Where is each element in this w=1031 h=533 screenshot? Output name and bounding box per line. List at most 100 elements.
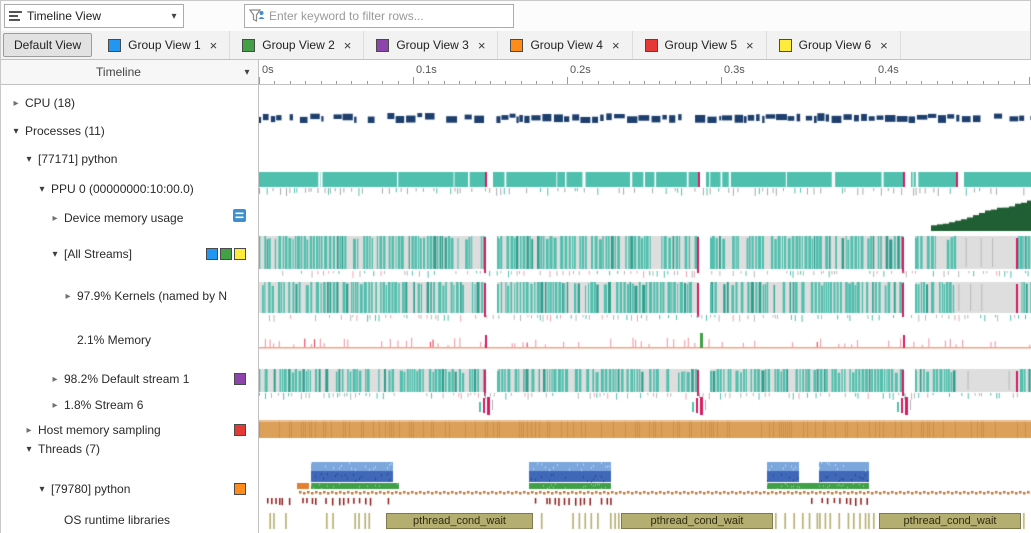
tree-row-2-1-memory[interactable]: 2.1% Memory	[1, 330, 258, 350]
ruler-label: 0.4s	[878, 64, 899, 76]
tree-row-processes-11[interactable]: ▾ Processes (11)	[1, 121, 258, 141]
collapsed-expander-icon[interactable]: ▸	[9, 98, 23, 109]
tree-row-label: [All Streams]	[64, 247, 133, 261]
ruler-tick	[289, 81, 291, 84]
filter-input[interactable]	[269, 6, 513, 26]
tree-row-ppu-0-00000000-10-00-0[interactable]: ▾ PPU 0 (00000000:10:00.0)	[1, 179, 258, 199]
row-color-swatch	[220, 248, 232, 260]
ruler-tick	[828, 81, 830, 84]
filter-box	[244, 4, 514, 28]
tree-row-os-runtime-libraries[interactable]: OS runtime libraries	[1, 510, 258, 530]
row-decorations	[234, 424, 246, 436]
view-selector[interactable]: Timeline View ▾	[4, 4, 184, 28]
tab-label: Group View 5	[664, 38, 738, 52]
tab-group-view-1[interactable]: Group View 1 ×	[96, 31, 231, 59]
time-ruler: 0s 0.1s 0.2s 0.3s 0.4s	[259, 60, 1031, 85]
tree-row-97-9-kernels-named-by-n[interactable]: ▸ 97.9% Kernels (named by N	[1, 286, 258, 306]
collapsed-expander-icon[interactable]: ▸	[48, 400, 62, 411]
row-color-swatch	[234, 373, 246, 385]
row-tree-panel: ▸ CPU (18) ▾ Processes (11) ▾ [77171] python ▾…	[1, 85, 259, 533]
tree-row-host-memory-sampling[interactable]: ▸ Host memory sampling	[1, 420, 258, 440]
tab-close-icon[interactable]: ×	[478, 38, 486, 53]
group-tabs: Group View 1 × Group View 2 × Group View 3 × G…	[96, 31, 901, 59]
ruler-tick	[998, 81, 1000, 84]
expanded-expander-icon[interactable]: ▾	[35, 484, 49, 495]
tree-row-label: Device memory usage	[64, 211, 184, 225]
tab-close-icon[interactable]: ×	[880, 38, 888, 53]
toolbar: Timeline View ▾	[1, 1, 1030, 31]
tab-close-icon[interactable]: ×	[344, 38, 352, 53]
tree-row-77171-python[interactable]: ▾ [77171] python	[1, 149, 258, 169]
tab-close-icon[interactable]: ×	[210, 38, 218, 53]
tab-label: Group View 4	[530, 38, 603, 52]
view-selector-label: Timeline View	[27, 9, 102, 23]
os-runtime-event[interactable]: pthread_cond_wait	[879, 513, 1021, 529]
row-color-swatch	[234, 248, 246, 260]
tab-close-icon[interactable]: ×	[746, 38, 754, 53]
tab-group-view-3[interactable]: Group View 3 ×	[364, 31, 499, 59]
tab-color-swatch	[778, 38, 792, 52]
expanded-expander-icon[interactable]: ▾	[22, 444, 36, 455]
timeline-body: pthread_cond_wait pthread_cond_wait pthrea…	[259, 85, 1031, 533]
row-decorations	[206, 248, 246, 260]
ruler-tick	[551, 81, 553, 84]
tree-row-cpu-18[interactable]: ▸ CPU (18)	[1, 93, 258, 113]
tab-label: Group View 6	[798, 38, 872, 52]
expanded-expander-icon[interactable]: ▾	[35, 184, 49, 195]
view-selector-dropdown-arrow[interactable]: ▾	[165, 11, 183, 22]
tab-color-swatch	[644, 38, 658, 52]
ruler-tick	[705, 81, 707, 84]
tab-label: Group View 2	[262, 38, 335, 52]
ruler-tick	[982, 81, 984, 84]
view-mode-icon	[5, 10, 25, 22]
tree-row-device-memory-usage[interactable]: ▸ Device memory usage	[1, 208, 258, 228]
tab-color-swatch	[510, 38, 524, 52]
tab-group-view-6[interactable]: Group View 6 ×	[767, 31, 901, 59]
ruler-tick	[767, 81, 769, 84]
tree-row-threads-7[interactable]: ▾ Threads (7)	[1, 439, 258, 459]
ruler-tick	[413, 77, 414, 84]
tab-close-icon[interactable]: ×	[612, 38, 620, 53]
expanded-expander-icon[interactable]: ▾	[9, 126, 23, 137]
tab-group-view-5[interactable]: Group View 5 ×	[633, 31, 767, 59]
ruler-tick	[690, 81, 692, 84]
expanded-expander-icon[interactable]: ▾	[48, 249, 62, 260]
ruler-tick	[859, 81, 861, 84]
ruler-tick	[582, 81, 584, 84]
tab-group-view-2[interactable]: Group View 2 ×	[230, 31, 365, 59]
ruler-tick	[536, 81, 538, 84]
ruler-tick	[659, 81, 661, 84]
ruler-tick	[628, 81, 630, 84]
row-decorations	[233, 209, 246, 227]
tab-default-view[interactable]: Default View	[3, 33, 93, 57]
os-runtime-event[interactable]: pthread_cond_wait	[386, 513, 533, 529]
tree-row-79780-python[interactable]: ▾ [79780] python	[1, 479, 258, 499]
collapsed-expander-icon[interactable]: ▸	[61, 291, 75, 302]
ruler-tick	[459, 81, 461, 84]
ruler-label: 0.2s	[570, 64, 591, 76]
ruler-tick	[490, 81, 491, 84]
ruler-tick	[936, 81, 938, 84]
tree-row-1-8-stream-6[interactable]: ▸ 1.8% Stream 6	[1, 395, 258, 415]
ruler-tick	[474, 81, 476, 84]
ruler-tick	[613, 81, 615, 84]
tree-row-98-2-default-stream-1[interactable]: ▸ 98.2% Default stream 1	[1, 369, 258, 389]
ruler-tick	[505, 81, 507, 84]
os-runtime-event[interactable]: pthread_cond_wait	[621, 513, 773, 529]
ruler-tick	[798, 81, 799, 84]
timeline-column-header[interactable]: Timeline ▾	[1, 60, 259, 85]
tab-group-view-4[interactable]: Group View 4 ×	[498, 31, 633, 59]
tab-color-swatch	[242, 38, 256, 52]
device-memory-badge-icon[interactable]	[233, 209, 246, 227]
collapsed-expander-icon[interactable]: ▸	[22, 425, 36, 436]
timeline-canvas[interactable]	[259, 85, 1031, 533]
collapsed-expander-icon[interactable]: ▸	[48, 374, 62, 385]
collapsed-expander-icon[interactable]: ▸	[48, 213, 62, 224]
ruler-tick	[782, 81, 784, 84]
ruler-tick	[905, 81, 907, 84]
row-color-swatch	[234, 483, 246, 495]
tree-row-all-streams[interactable]: ▾ [All Streams]	[1, 244, 258, 264]
ruler-tick	[397, 81, 399, 84]
column-dropdown-arrow[interactable]: ▾	[236, 67, 258, 78]
expanded-expander-icon[interactable]: ▾	[22, 154, 36, 165]
